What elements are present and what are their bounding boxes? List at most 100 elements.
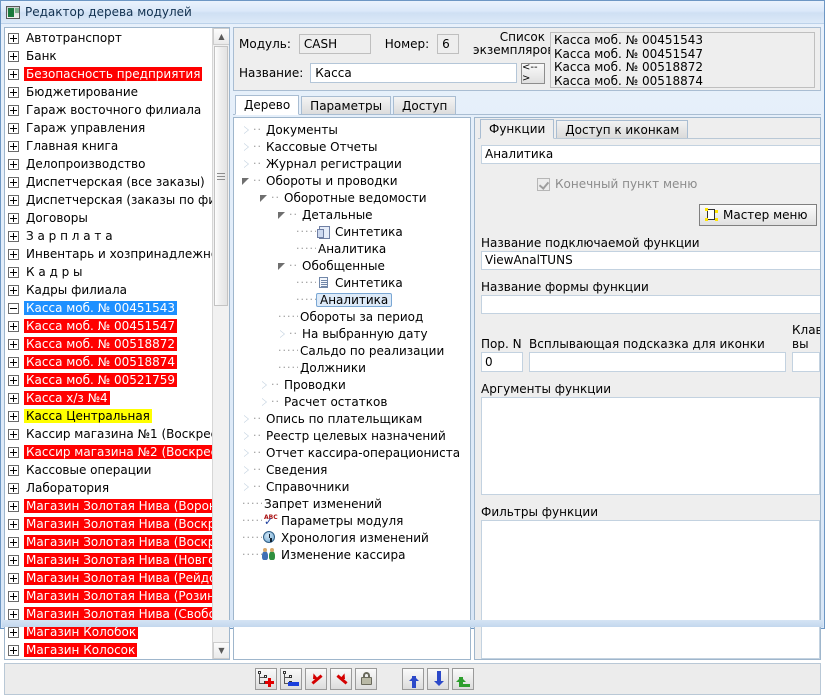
expand-plus-icon[interactable]: [8, 338, 19, 350]
tree-node[interactable]: ····· Изменение кассира: [234, 546, 470, 563]
module-list-item[interactable]: К а д р ы: [5, 263, 212, 281]
remove-node-button[interactable]: [280, 668, 302, 690]
tree-node[interactable]: ·· Опись по плательщикам: [234, 410, 470, 427]
module-list-item[interactable]: Банк: [5, 47, 212, 65]
module-list-item[interactable]: Автотранспорт: [5, 29, 212, 47]
collapse-minus-icon[interactable]: [8, 302, 19, 314]
tree-node[interactable]: ·· Журнал регистрации: [234, 155, 470, 172]
lock-button[interactable]: [355, 668, 377, 690]
tree-node[interactable]: ·· Кассовые Отчеты: [234, 138, 470, 155]
main-tabstrip[interactable]: Дерево Параметры Доступ: [233, 95, 821, 115]
module-list-item[interactable]: Магазин Золотая Нива (Розинга): [5, 587, 212, 605]
tree-node[interactable]: ·····Аналитика: [234, 240, 470, 257]
module-list-item[interactable]: Касса моб. № 00518872: [5, 335, 212, 353]
move-out-button[interactable]: [452, 668, 474, 690]
module-list-item[interactable]: Касса моб. № 00518874: [5, 353, 212, 371]
tree-node[interactable]: ·····Обороты за период: [234, 308, 470, 325]
function-tabstrip[interactable]: Функции Доступ к иконкам: [478, 119, 820, 139]
chevron-down-icon[interactable]: [278, 210, 287, 219]
tree-node[interactable]: ·····Должники: [234, 359, 470, 376]
menu-caption-input[interactable]: Аналитика: [481, 145, 820, 164]
tree-node[interactable]: ·· Реестр целевых назначений: [234, 427, 470, 444]
filters-textarea[interactable]: [481, 520, 820, 659]
chevron-right-icon[interactable]: [242, 125, 251, 134]
module-list-item[interactable]: Договоры: [5, 209, 212, 227]
scroll-down-button[interactable]: ▼: [213, 642, 229, 659]
add-node-button[interactable]: [255, 668, 277, 690]
tree-node[interactable]: ·· Оборотные ведомости: [234, 189, 470, 206]
module-list-item[interactable]: Бюджетирование: [5, 83, 212, 101]
activate-node-button[interactable]: [305, 668, 327, 690]
expand-plus-icon[interactable]: [8, 572, 19, 584]
expand-plus-icon[interactable]: [8, 554, 19, 566]
expand-plus-icon[interactable]: [8, 482, 19, 494]
tree-node[interactable]: ····· Синтетика: [234, 274, 470, 291]
menu-wizard-button[interactable]: Мастер меню: [699, 204, 817, 226]
module-list-item[interactable]: Кадры филиала: [5, 281, 212, 299]
expand-plus-icon[interactable]: [8, 140, 19, 152]
module-list-item[interactable]: Главная книга: [5, 137, 212, 155]
tree-node[interactable]: ····· Синтетика: [234, 223, 470, 240]
keys-input[interactable]: [792, 352, 820, 372]
module-list-item[interactable]: Кассовые операции: [5, 461, 212, 479]
module-list[interactable]: Автотранспорт Банк Безопасность предприяти…: [5, 28, 212, 659]
module-list-item[interactable]: З а р п л а т а: [5, 227, 212, 245]
final-menu-item-row[interactable]: Конечный пункт меню: [537, 176, 820, 192]
module-list-item[interactable]: Гараж восточного филиала: [5, 101, 212, 119]
module-name-input[interactable]: Касса: [310, 63, 517, 83]
chevron-right-icon[interactable]: [242, 482, 251, 491]
tree-node[interactable]: ·· На выбранную дату: [234, 325, 470, 342]
tooltip-input[interactable]: [529, 352, 786, 372]
expand-plus-icon[interactable]: [8, 446, 19, 458]
connected-function-input[interactable]: ViewAnalTUNS: [481, 251, 820, 270]
tab-3[interactable]: Доступ: [393, 96, 457, 114]
module-list-item[interactable]: Кассир магазина №1 (Воскресенская): [5, 425, 212, 443]
expand-plus-icon[interactable]: [8, 194, 19, 206]
tree-node[interactable]: ·····Аналитика: [234, 291, 470, 308]
module-list-item[interactable]: Делопроизводство: [5, 155, 212, 173]
chevron-right-icon[interactable]: [242, 448, 251, 457]
module-list-scrollbar[interactable]: ▲ ▼: [212, 28, 229, 659]
tree-node[interactable]: ·· Расчет остатков: [234, 393, 470, 410]
module-list-item[interactable]: Лаборатория: [5, 479, 212, 497]
scroll-up-button[interactable]: ▲: [213, 28, 229, 45]
expand-plus-icon[interactable]: [8, 392, 19, 404]
tree-node[interactable]: ····· Хронология изменений: [234, 529, 470, 546]
module-code-field[interactable]: CASH: [298, 34, 371, 54]
module-number-field[interactable]: 6: [437, 34, 459, 54]
chevron-down-icon[interactable]: [242, 176, 251, 185]
chevron-right-icon[interactable]: [242, 142, 251, 151]
module-list-item[interactable]: Кассир магазина №2 (Воскресенская): [5, 443, 212, 461]
expand-plus-icon[interactable]: [8, 176, 19, 188]
chevron-right-icon[interactable]: [242, 159, 251, 168]
tab-2[interactable]: Параметры: [301, 96, 392, 114]
instance-list-item[interactable]: Касса моб. № 00451547: [554, 47, 811, 62]
module-list-item[interactable]: Касса Центральная: [5, 407, 212, 425]
instance-list-item[interactable]: Касса моб. № 00451543: [554, 33, 811, 48]
module-list-item[interactable]: Магазин Золотая Нива (Воронина): [5, 497, 212, 515]
tree-node[interactable]: ·· Детальные: [234, 206, 470, 223]
module-list-item[interactable]: Касса моб. № 00451543: [5, 299, 212, 317]
order-input[interactable]: 0: [481, 352, 523, 372]
tree-node[interactable]: ·····ABC✓Параметры модуля: [234, 512, 470, 529]
expand-plus-icon[interactable]: [8, 32, 19, 44]
expand-plus-icon[interactable]: [8, 500, 19, 512]
module-list-item[interactable]: Гараж управления: [5, 119, 212, 137]
chevron-down-icon[interactable]: [260, 193, 269, 202]
chevron-right-icon[interactable]: [242, 431, 251, 440]
expand-plus-icon[interactable]: [8, 86, 19, 98]
move-down-button[interactable]: [427, 668, 449, 690]
module-list-item[interactable]: Магазин Золотая Нива (Воскресенская): [5, 515, 212, 533]
chevron-right-icon[interactable]: [260, 397, 269, 406]
module-list-item[interactable]: Безопасность предприятия: [5, 65, 212, 83]
tab-1[interactable]: Дерево: [235, 95, 300, 115]
tree-node[interactable]: ·····Сальдо по реализации: [234, 342, 470, 359]
expand-plus-icon[interactable]: [8, 230, 19, 242]
args-textarea[interactable]: [481, 397, 820, 495]
expand-plus-icon[interactable]: [8, 356, 19, 368]
expand-plus-icon[interactable]: [8, 428, 19, 440]
module-list-item[interactable]: Инвентарь и хозпринадлежности: [5, 245, 212, 263]
chevron-right-icon[interactable]: [260, 380, 269, 389]
expand-plus-icon[interactable]: [8, 122, 19, 134]
expand-plus-icon[interactable]: [8, 320, 19, 332]
